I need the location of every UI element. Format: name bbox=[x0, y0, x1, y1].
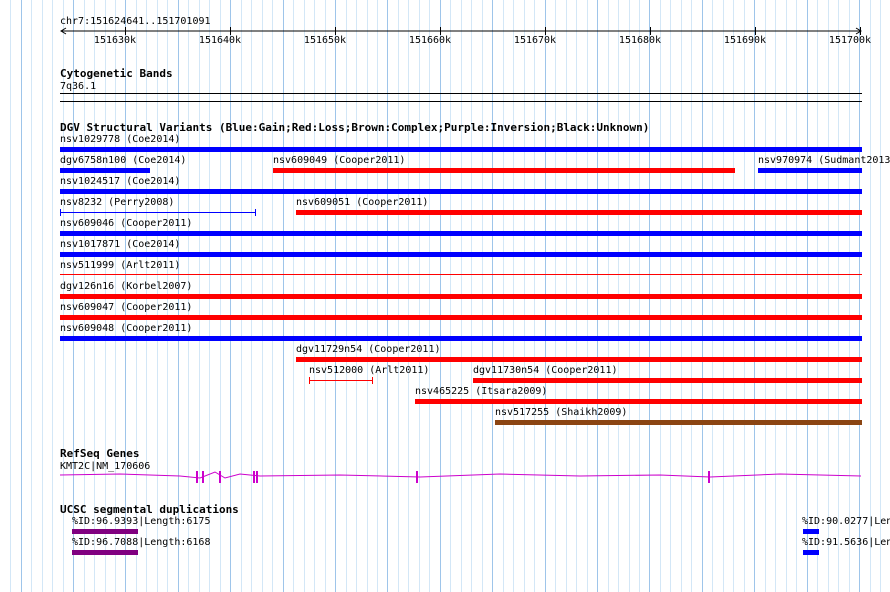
variant-label: dgv6758n100 (Coe2014) bbox=[60, 155, 187, 166]
segdup-bar[interactable] bbox=[803, 529, 819, 534]
ruler-tick-label: 151690k bbox=[723, 35, 767, 46]
variant-label: nsv8232 (Perry2008) bbox=[60, 197, 175, 208]
variant-label: dgv126n16 (Korbel2007) bbox=[60, 281, 193, 292]
variant-endcap bbox=[60, 209, 61, 216]
ruler-tick-label: 151640k bbox=[198, 35, 242, 46]
variant-bar[interactable] bbox=[473, 378, 862, 383]
dgv-title: DGV Structural Variants (Blue:Gain;Red:L… bbox=[60, 121, 650, 134]
variant-bar[interactable] bbox=[60, 212, 256, 213]
segdup-bar[interactable] bbox=[72, 529, 138, 534]
gene-exon bbox=[253, 471, 255, 483]
variant-label: nsv517255 (Shaikh2009) bbox=[495, 407, 628, 418]
variant-label: nsv1024517 (Coe2014) bbox=[60, 176, 181, 187]
variant-label: nsv609046 (Cooper2011) bbox=[60, 218, 193, 229]
variant-label: nsv609047 (Cooper2011) bbox=[60, 302, 193, 313]
gene-exon bbox=[196, 471, 198, 483]
segdup-label: %ID:96.7088|Length:6168 bbox=[72, 537, 211, 548]
variant-label: dgv11730n54 (Cooper2011) bbox=[473, 365, 618, 376]
ruler-tick bbox=[335, 27, 336, 35]
ruler-tick bbox=[755, 27, 756, 35]
cytoband-label: 7q36.1 bbox=[60, 81, 97, 92]
variant-label: nsv609048 (Cooper2011) bbox=[60, 323, 193, 334]
variant-label: nsv609049 (Cooper2011) bbox=[273, 155, 406, 166]
ruler-tick-label: 151660k bbox=[408, 35, 452, 46]
segdup-label: %ID:96.9393|Length:6175 bbox=[72, 516, 211, 527]
ruler-tick bbox=[545, 27, 546, 35]
ruler-tick-label: 151650k bbox=[303, 35, 347, 46]
ruler-tick-label: 151670k bbox=[513, 35, 557, 46]
ruler-tick bbox=[230, 27, 231, 35]
variant-bar[interactable] bbox=[495, 420, 862, 425]
variant-bar[interactable] bbox=[60, 274, 862, 275]
variant-bar[interactable] bbox=[758, 168, 862, 173]
variant-bar[interactable] bbox=[60, 252, 862, 257]
cytoband-title: Cytogenetic Bands bbox=[60, 67, 173, 80]
gene-exon bbox=[256, 471, 258, 483]
variant-label: nsv1017871 (Coe2014) bbox=[60, 239, 181, 250]
variant-bar[interactable] bbox=[309, 380, 373, 381]
segdup-label: %ID:91.5636|Len bbox=[802, 537, 890, 548]
cytoband-bottom-line bbox=[60, 101, 862, 102]
ruler-tick-label: 151700k bbox=[828, 35, 872, 46]
variant-label: dgv11729n54 (Cooper2011) bbox=[296, 344, 441, 355]
variant-endcap bbox=[372, 377, 373, 384]
segdup-bar[interactable] bbox=[72, 550, 138, 555]
segdup-bar[interactable] bbox=[803, 550, 819, 555]
variant-bar[interactable] bbox=[60, 168, 150, 173]
segdup-label: %ID:90.0277|Len bbox=[802, 516, 890, 527]
ruler-tick-label: 151680k bbox=[618, 35, 662, 46]
variant-label: nsv1029778 (Coe2014) bbox=[60, 134, 181, 145]
ruler-tick bbox=[860, 27, 861, 35]
variant-endcap bbox=[255, 209, 256, 216]
variant-bar[interactable] bbox=[415, 399, 862, 404]
gene-exon bbox=[416, 471, 418, 483]
variant-label: nsv465225 (Itsara2009) bbox=[415, 386, 548, 397]
variant-bar[interactable] bbox=[296, 210, 862, 215]
variant-label: nsv512000 (Arlt2011) bbox=[309, 365, 430, 376]
gene-exon bbox=[708, 471, 710, 483]
variant-label: nsv970974 (Sudmant2013 bbox=[758, 155, 890, 166]
gene-exon bbox=[202, 471, 204, 483]
ruler-tick bbox=[125, 27, 126, 35]
gene-model-kmt2c[interactable] bbox=[0, 466, 890, 490]
ruler-tick-label: 151630k bbox=[93, 35, 137, 46]
gene-exon bbox=[219, 471, 221, 483]
ruler-tick bbox=[440, 27, 441, 35]
variant-bar[interactable] bbox=[273, 168, 735, 173]
gene-intron-line bbox=[59, 471, 862, 479]
variant-bar[interactable] bbox=[60, 294, 862, 299]
ruler-tick bbox=[650, 27, 651, 35]
variant-bar[interactable] bbox=[60, 336, 862, 341]
variant-bar[interactable] bbox=[60, 231, 862, 236]
variant-bar[interactable] bbox=[60, 315, 862, 320]
variant-label: nsv511999 (Arlt2011) bbox=[60, 260, 181, 271]
refseq-title: RefSeq Genes bbox=[60, 447, 140, 460]
variant-bar[interactable] bbox=[296, 357, 862, 362]
segdup-title: UCSC segmental duplications bbox=[60, 503, 239, 516]
variant-endcap bbox=[309, 377, 310, 384]
variant-bar[interactable] bbox=[60, 147, 862, 152]
variant-bar[interactable] bbox=[60, 189, 862, 194]
cytoband-top-line bbox=[60, 93, 862, 94]
variant-label: nsv609051 (Cooper2011) bbox=[296, 197, 429, 208]
